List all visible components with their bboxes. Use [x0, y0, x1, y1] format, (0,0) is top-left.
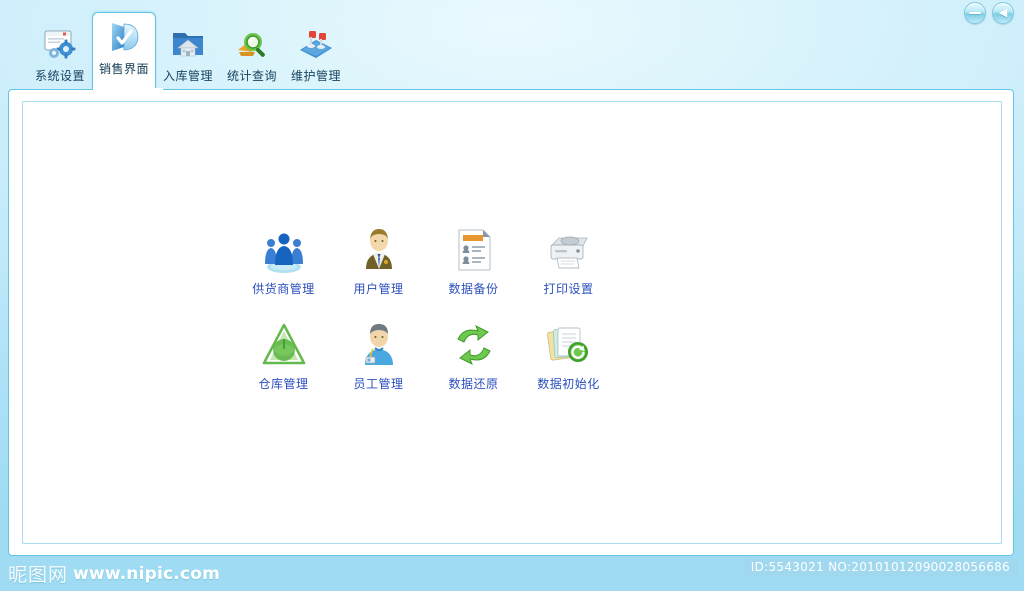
settings-window-gear-icon — [40, 24, 80, 64]
grid-item-label: 供货商管理 — [252, 282, 315, 296]
tab-statistics-query[interactable]: 统计查询 — [220, 20, 284, 90]
application-window: ◀ 系统设置 销售界面 入库管理 统计查询 维护管理 供货商管理 用户管理 数据… — [0, 0, 1024, 591]
active-tab-notch — [101, 88, 163, 92]
grid-item-data-restore[interactable]: 数据还原 — [426, 319, 521, 392]
warehouse-house-folder-icon — [168, 24, 208, 64]
grid-item-label: 数据还原 — [448, 377, 499, 391]
grid-item-user-management[interactable]: 用户管理 — [331, 224, 426, 297]
grid-item-label: 数据初始化 — [537, 377, 600, 391]
employee-badge-icon — [353, 319, 405, 371]
watermark-url-text: www.nipic.com — [73, 563, 221, 584]
grid-item-label: 员工管理 — [353, 377, 404, 391]
businessman-user-icon — [353, 224, 405, 276]
grid-item-label: 数据备份 — [448, 282, 499, 296]
grid-item-data-initialization[interactable]: 数据初始化 — [521, 319, 616, 392]
magnifier-chart-icon — [232, 24, 272, 64]
grid-item-print-settings[interactable]: 打印设置 — [521, 224, 616, 297]
tab-label: 统计查询 — [226, 69, 277, 83]
tab-label: 维护管理 — [290, 69, 341, 83]
tab-maintenance[interactable]: 维护管理 — [284, 20, 348, 90]
green-triangle-recycle-icon — [258, 319, 310, 371]
function-icon-grid: 供货商管理 用户管理 数据备份 打印设置 仓库管理 员工管理 数据还原 数据初始… — [236, 224, 616, 392]
footer-watermark-bar: 昵图网 www.nipic.com ID:5543021 NO:20101012… — [0, 556, 1024, 591]
tab-sales-interface[interactable]: 销售界面 — [92, 12, 156, 90]
grid-item-warehouse-management[interactable]: 仓库管理 — [236, 319, 331, 392]
tab-label: 入库管理 — [162, 69, 213, 83]
tab-system-settings[interactable]: 系统设置 — [28, 20, 92, 90]
tab-label: 系统设置 — [34, 69, 85, 83]
grid-item-label: 仓库管理 — [258, 377, 309, 391]
people-group-icon — [258, 224, 310, 276]
tab-label: 销售界面 — [98, 62, 149, 76]
tab-warehouse-in[interactable]: 入库管理 — [156, 20, 220, 90]
grid-item-data-backup[interactable]: 数据备份 — [426, 224, 521, 297]
grid-item-label: 打印设置 — [543, 282, 594, 296]
pushpin-board-icon — [296, 24, 336, 64]
grid-item-employee-management[interactable]: 员工管理 — [331, 319, 426, 392]
grid-item-label: 用户管理 — [353, 282, 404, 296]
watermark: 昵图网 www.nipic.com — [8, 560, 220, 587]
documents-refresh-icon — [543, 319, 595, 371]
grid-item-supplier-management[interactable]: 供货商管理 — [236, 224, 331, 297]
printer-icon — [543, 224, 595, 276]
watermark-cn-text: 昵图网 — [8, 564, 69, 586]
image-id-badge: ID:5543021 NO:20101012090028056686 — [742, 559, 1018, 576]
green-refresh-arrows-icon — [448, 319, 500, 371]
document-contacts-icon — [448, 224, 500, 276]
sales-folder-arrow-icon — [104, 17, 144, 57]
tab-bar: 系统设置 销售界面 入库管理 统计查询 维护管理 — [0, 0, 1024, 90]
